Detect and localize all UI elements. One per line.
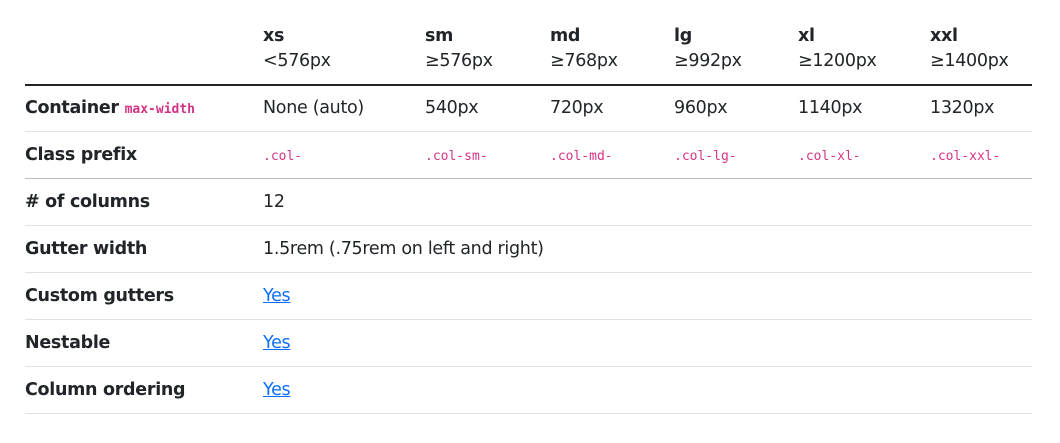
breakpoint-range: <576px xyxy=(263,51,331,71)
table-row-gutter-width: Gutter width 1.5rem (.75rem on left and … xyxy=(25,225,1032,273)
table-cell: Yes xyxy=(263,272,1032,320)
table-cell: 720px xyxy=(550,85,674,132)
table-cell: .col-xxl- xyxy=(930,131,1032,179)
breakpoint-name: lg xyxy=(674,26,692,46)
custom-gutters-link[interactable]: Yes xyxy=(263,286,291,306)
class-prefix-code: .col- xyxy=(263,148,303,164)
table-cell: .col-xl- xyxy=(798,131,930,179)
table-row-custom-gutters: Custom gutters Yes xyxy=(25,272,1032,320)
class-prefix-code: .col-xxl- xyxy=(930,148,1001,164)
table-cell: .col-sm- xyxy=(425,131,550,179)
row-header-container: Container max-width xyxy=(25,85,263,132)
row-header-columns: # of columns xyxy=(25,178,263,226)
header-empty-cell xyxy=(25,0,263,86)
table-row-container: Container max-width None (auto) 540px 72… xyxy=(25,85,1032,132)
table-cell: 960px xyxy=(674,85,798,132)
breakpoint-range: ≥1200px xyxy=(798,51,877,71)
table-row-class-prefix: Class prefix .col- .col-sm- .col-md- .co… xyxy=(25,131,1032,179)
breakpoint-name: md xyxy=(550,26,581,46)
row-header-column-ordering: Column ordering xyxy=(25,366,263,414)
table-cell: 12 xyxy=(263,178,1032,226)
header-row: xs <576px sm ≥576px md ≥768px lg ≥992px xl ≥1… xyxy=(25,0,1032,86)
column-ordering-link[interactable]: Yes xyxy=(263,380,291,400)
table-row-column-ordering: Column ordering Yes xyxy=(25,366,1032,414)
breakpoint-name: sm xyxy=(425,26,454,46)
breakpoint-range: ≥768px xyxy=(550,51,618,71)
table-cell: 1140px xyxy=(798,85,930,132)
table-cell: .col-md- xyxy=(550,131,674,179)
breakpoint-name: xxl xyxy=(930,26,958,46)
table-cell: None (auto) xyxy=(263,85,425,132)
class-prefix-code: .col-xl- xyxy=(798,148,861,164)
table-cell: .col- xyxy=(263,131,425,179)
class-prefix-code: .col-sm- xyxy=(425,148,488,164)
header-sm: sm ≥576px xyxy=(425,0,550,86)
breakpoint-name: xl xyxy=(798,26,815,46)
row-header-nestable: Nestable xyxy=(25,319,263,367)
inline-code: max-width xyxy=(124,102,196,118)
class-prefix-code: .col-lg- xyxy=(674,148,737,164)
table-cell: Yes xyxy=(263,366,1032,414)
header-xs: xs <576px xyxy=(263,0,425,86)
table-cell: 1.5rem (.75rem on left and right) xyxy=(263,225,1032,273)
table-cell: .col-lg- xyxy=(674,131,798,179)
table-row-columns: # of columns 12 xyxy=(25,178,1032,226)
breakpoint-range: ≥1400px xyxy=(930,51,1009,71)
header-lg: lg ≥992px xyxy=(674,0,798,86)
header-md: md ≥768px xyxy=(550,0,674,86)
grid-options-table: xs <576px sm ≥576px md ≥768px lg ≥992px xl ≥1… xyxy=(25,0,1032,414)
class-prefix-code: .col-md- xyxy=(550,148,613,164)
table-cell: 1320px xyxy=(930,85,1032,132)
row-label: Container xyxy=(25,98,119,119)
table-cell: Yes xyxy=(263,319,1032,367)
table-row-nestable: Nestable Yes xyxy=(25,319,1032,367)
breakpoint-name: xs xyxy=(263,26,285,46)
header-xxl: xxl ≥1400px xyxy=(930,0,1032,86)
row-header-class-prefix: Class prefix xyxy=(25,131,263,179)
row-header-custom-gutters: Custom gutters xyxy=(25,272,263,320)
table-cell: 540px xyxy=(425,85,550,132)
breakpoint-range: ≥576px xyxy=(425,51,493,71)
breakpoint-range: ≥992px xyxy=(674,51,742,71)
header-xl: xl ≥1200px xyxy=(798,0,930,86)
row-header-gutter-width: Gutter width xyxy=(25,225,263,273)
nestable-link[interactable]: Yes xyxy=(263,333,291,353)
